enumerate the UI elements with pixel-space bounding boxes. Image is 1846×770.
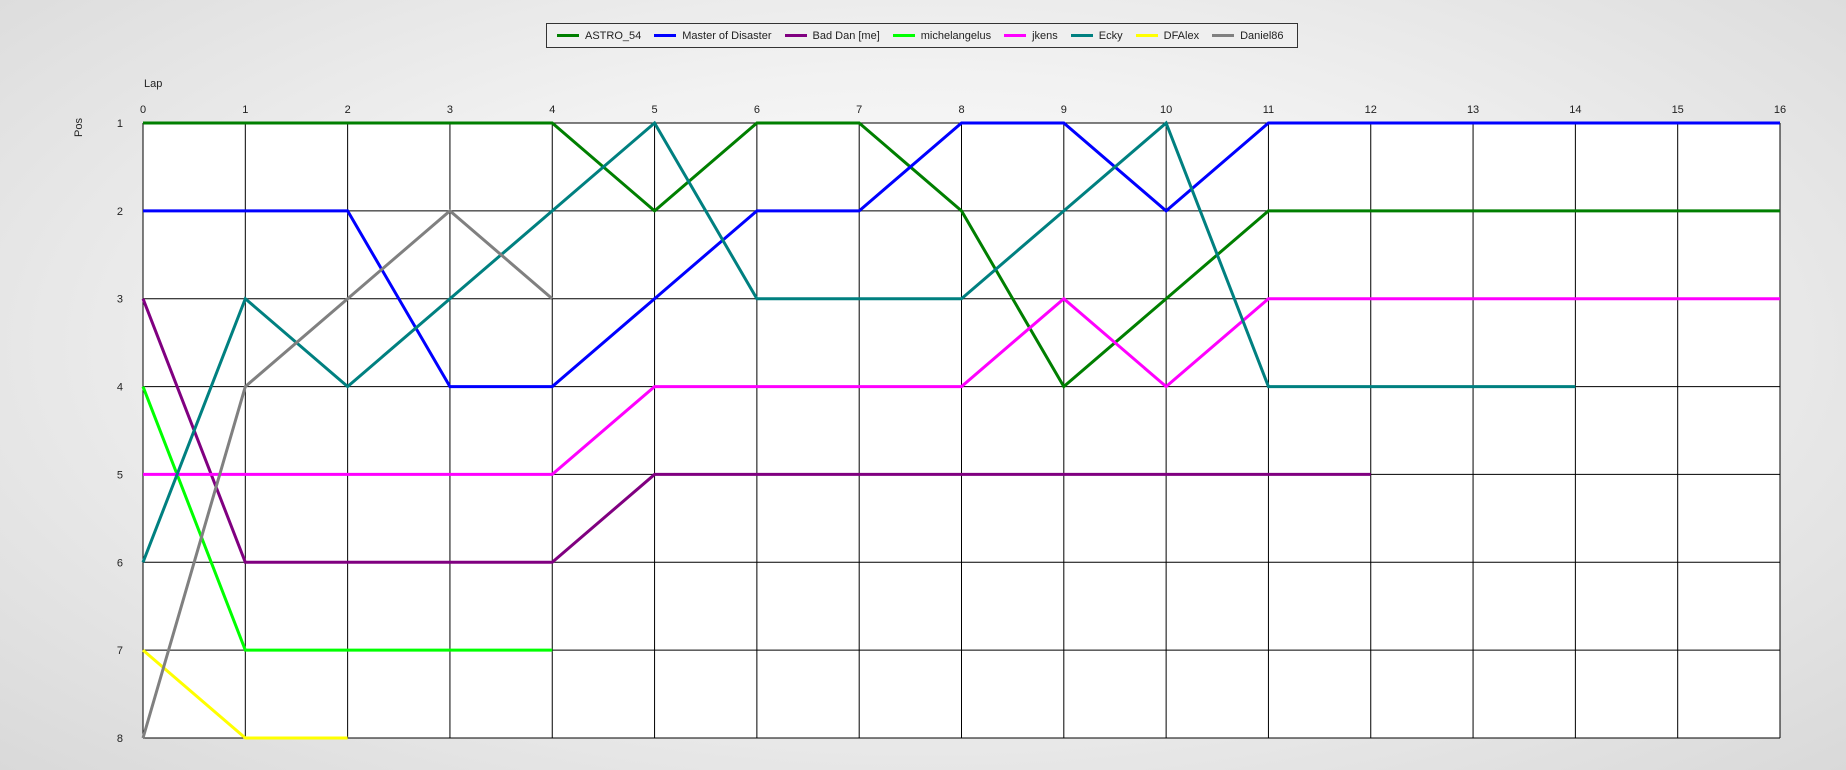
x-tick-label: 5 — [652, 104, 658, 116]
x-tick-label: 6 — [754, 104, 760, 116]
position-chart: 0 1 2 3 4 5 6 7 8 9 10 11 12 13 14 15 1612345678 — [117, 104, 1786, 745]
x-tick-label: 14 — [1569, 104, 1581, 116]
y-tick-label: 5 — [117, 469, 123, 481]
x-tick-label: 1 — [242, 104, 248, 116]
y-tick-label: 1 — [117, 118, 123, 130]
x-tick-label: 3 — [447, 104, 453, 116]
x-tick-label: 11 — [1263, 104, 1274, 116]
x-tick-label: 8 — [958, 104, 964, 116]
y-tick-label: 6 — [117, 557, 123, 569]
y-tick-label: 7 — [117, 645, 123, 657]
x-tick-label: 13 — [1467, 104, 1479, 116]
y-tick-label: 8 — [117, 733, 123, 745]
y-tick-label: 2 — [117, 206, 123, 218]
x-tick-label: 15 — [1672, 104, 1684, 116]
x-tick-label: 16 — [1774, 104, 1786, 116]
y-tick-label: 4 — [117, 382, 123, 394]
x-tick-label: 4 — [549, 104, 555, 116]
y-tick-label: 3 — [117, 294, 123, 306]
x-tick-label: 2 — [345, 104, 351, 116]
x-tick-label: 9 — [1061, 104, 1067, 116]
x-tick-label: 7 — [856, 104, 862, 116]
x-tick-label: 12 — [1365, 104, 1377, 116]
x-tick-label: 0 — [140, 104, 146, 116]
x-tick-label: 10 — [1160, 104, 1172, 116]
